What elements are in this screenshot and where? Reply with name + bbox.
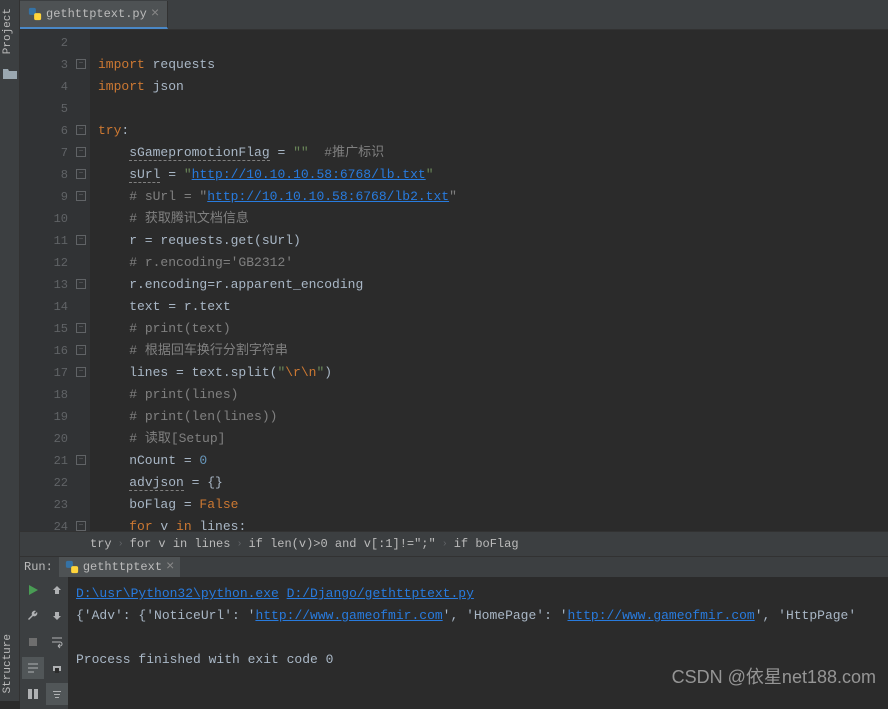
tab-gethttptext[interactable]: gethttptext.py ×	[20, 1, 168, 29]
close-icon[interactable]: ×	[166, 559, 174, 575]
fold-marker[interactable]: −	[76, 125, 86, 135]
breadcrumb-item[interactable]: if len(v)>0 and v[:1]!=";"	[248, 537, 435, 551]
watermark: CSDN @依星net188.com	[672, 663, 876, 689]
editor[interactable]: 23−456−7−8−9−1011−1213−1415−16−17−181920…	[20, 30, 888, 531]
layout-icon[interactable]	[22, 683, 44, 705]
fold-marker[interactable]: −	[76, 455, 86, 465]
fold-marker[interactable]: −	[76, 323, 86, 333]
gutter: 23−456−7−8−9−1011−1213−1415−16−17−181920…	[20, 30, 90, 531]
python-file-icon	[28, 7, 42, 21]
fold-marker[interactable]: −	[76, 279, 86, 289]
fold-marker[interactable]: −	[76, 367, 86, 377]
filter-icon[interactable]	[46, 683, 68, 705]
wrench-icon[interactable]	[22, 605, 44, 627]
breadcrumb-item[interactable]: try	[90, 537, 112, 551]
fold-marker[interactable]: −	[76, 191, 86, 201]
fold-marker[interactable]: −	[76, 169, 86, 179]
scroll-to-end-icon[interactable]	[22, 657, 44, 679]
fold-marker[interactable]: −	[76, 147, 86, 157]
fold-marker[interactable]: −	[76, 235, 86, 245]
run-label: Run:	[24, 560, 53, 574]
run-config-name: gethttptext	[83, 560, 162, 574]
console-output[interactable]: D:\usr\Python32\python.exe D:/Django/get…	[68, 577, 888, 709]
print-icon[interactable]	[46, 657, 68, 679]
folder-icon	[2, 66, 18, 82]
fold-marker[interactable]: −	[76, 345, 86, 355]
editor-tabs: gethttptext.py ×	[20, 0, 888, 30]
fold-marker[interactable]: −	[76, 59, 86, 69]
stop-icon[interactable]	[22, 631, 44, 653]
rerun-icon[interactable]	[22, 579, 44, 601]
soft-wrap-icon[interactable]	[46, 631, 68, 653]
fold-marker[interactable]: −	[76, 521, 86, 531]
breadcrumb-item[interactable]: for v in lines	[130, 537, 231, 551]
structure-tool-tab[interactable]: Structure	[0, 626, 19, 701]
project-tool-tab[interactable]: Project	[0, 0, 19, 62]
close-icon[interactable]: ×	[151, 6, 159, 22]
down-icon[interactable]	[46, 605, 68, 627]
run-config-tab[interactable]: gethttptext ×	[59, 557, 181, 577]
code-area[interactable]: import requestsimport jsontry: sGameprom…	[90, 30, 888, 531]
run-toolbar	[20, 577, 68, 709]
breadcrumb-item[interactable]: if boFlag	[454, 537, 519, 551]
breadcrumb[interactable]: try›for v in lines›if len(v)>0 and v[:1]…	[20, 531, 888, 556]
python-file-icon	[65, 560, 79, 574]
tab-filename: gethttptext.py	[46, 7, 147, 21]
up-icon[interactable]	[46, 579, 68, 601]
